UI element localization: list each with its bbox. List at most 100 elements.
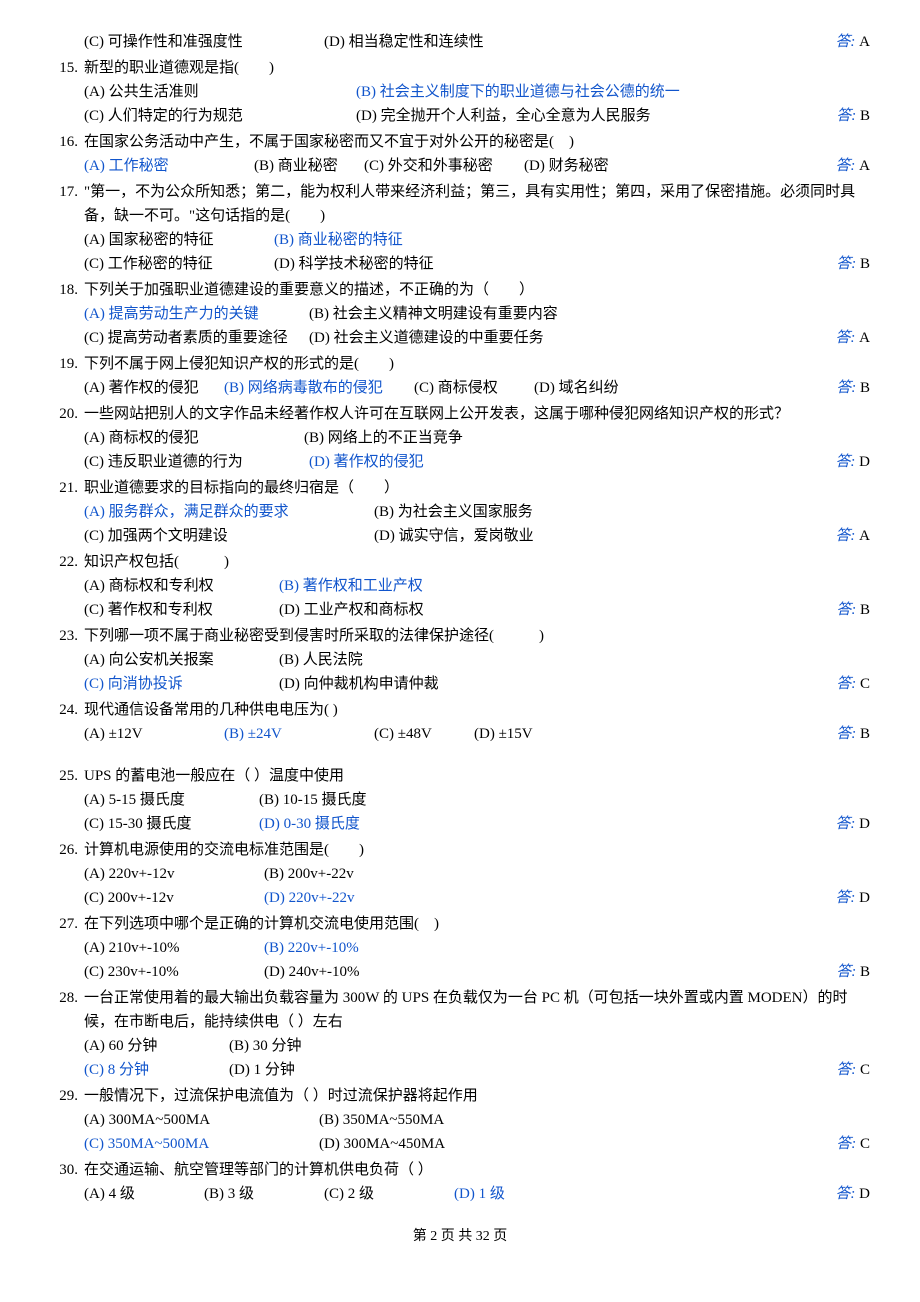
question-body: 一般情况下，过流保护电流值为（ ）时过流保护器将起作用(A) 300MA~500… [84,1084,870,1156]
question-11: 25.UPS 的蓄电池一般应在（ ）温度中使用(A) 5-15 摄氏度(B) 1… [50,764,870,836]
option: (D) 1 级 [454,1182,534,1206]
option-row: (A) 国家秘密的特征(B) 商业秘密的特征 [84,228,870,252]
option: (B) 商业秘密的特征 [274,228,434,252]
question-stem: 在交通运输、航空管理等部门的计算机供电负荷（ ） [84,1158,870,1182]
question-number: 25. [50,764,84,836]
option: (D) 诚实守信，爱岗敬业 [374,524,554,548]
answer-label: 答: [835,890,855,906]
option: (D) ±15V [474,722,574,746]
option-row: (A) 著作权的侵犯(B) 网络病毒散布的侵犯(C) 商标侵权(D) 域名纠纷答… [84,376,870,400]
answer: 答: D [835,812,870,836]
option-row: (A) 60 分钟(B) 30 分钟 [84,1034,870,1058]
answer-label: 答: [835,816,855,832]
answer: 答: D [835,1182,870,1206]
question-body: 新型的职业道德观是指( )(A) 公共生活准则(B) 社会主义制度下的职业道德与… [84,56,870,128]
option-row: (A) 商标权的侵犯(B) 网络上的不正当竞争 [84,426,870,450]
option-row: (A) 公共生活准则(B) 社会主义制度下的职业道德与社会公德的统一 [84,80,870,104]
question-2: 16.在国家公务活动中产生，不属于国家秘密而又不宜于对外公开的秘密是( )(A)… [50,130,870,178]
option-row: (C) 200v+-12v(D) 220v+-22v答: D [84,886,870,910]
question-body: (C) 可操作性和准强度性(D) 相当稳定性和连续性答: A [84,30,870,54]
question-number: 15. [50,56,84,128]
question-body: 在交通运输、航空管理等部门的计算机供电负荷（ ）(A) 4 级(B) 3 级(C… [84,1158,870,1206]
question-stem: 计算机电源使用的交流电标准范围是( ) [84,838,870,862]
option-row: (A) 210v+-10%(B) 220v+-10% [84,936,870,960]
option: (D) 科学技术秘密的特征 [274,252,454,276]
answer-value: B [856,256,870,272]
answer-value: A [855,528,870,544]
question-stem: 下列不属于网上侵犯知识产权的形式的是( ) [84,352,870,376]
question-stem: 一台正常使用着的最大输出负载容量为 300W 的 UPS 在负载仅为一台 PC … [84,986,870,1034]
option: (D) 240v+-10% [264,960,394,984]
question-10: 24.现代通信设备常用的几种供电电压为( )(A) ±12V(B) ±24V(C… [50,698,870,746]
option-row: (C) 230v+-10%(D) 240v+-10%答: B [84,960,870,984]
option: (A) ±12V [84,722,224,746]
question-body: UPS 的蓄电池一般应在（ ）温度中使用(A) 5-15 摄氏度(B) 10-1… [84,764,870,836]
option-row: (C) 提高劳动者素质的重要途径(D) 社会主义道德建设的中重要任务答: A [84,326,870,350]
option: (A) 300MA~500MA [84,1108,319,1132]
option: (D) 财务秘密 [524,154,634,178]
answer-label: 答: [835,330,855,346]
answer: 答: C [836,1132,870,1156]
option-row: (A) 商标权和专利权(B) 著作权和工业产权 [84,574,870,598]
option: (A) 220v+-12v [84,862,264,886]
question-13: 27.在下列选项中哪个是正确的计算机交流电使用范围( )(A) 210v+-10… [50,912,870,984]
option-row: (C) 向消协投诉(D) 向仲裁机构申请仲裁答: C [84,672,870,696]
option: (D) 域名纠纷 [534,376,644,400]
option: (C) 工作秘密的特征 [84,252,274,276]
option: (D) 0-30 摄氏度 [259,812,399,836]
option: (B) 商业秘密 [254,154,364,178]
option: (B) 10-15 摄氏度 [259,788,399,812]
question-body: 职业道德要求的目标指向的最终归宿是（ ）(A) 服务群众，满足群众的要求(B) … [84,476,870,548]
option-row: (C) 8 分钟(D) 1 分钟答: C [84,1058,870,1082]
question-number: 18. [50,278,84,350]
option-row: (C) 15-30 摄氏度(D) 0-30 摄氏度答: D [84,812,870,836]
answer-value: C [856,1062,870,1078]
question-stem: 下列哪一项不属于商业秘密受到侵害时所采取的法律保护途径( ) [84,624,870,648]
question-12: 26.计算机电源使用的交流电标准范围是( )(A) 220v+-12v(B) 2… [50,838,870,910]
answer: 答: B [836,722,870,746]
option-row: (A) 向公安机关报案(B) 人民法院 [84,648,870,672]
option-row: (C) 著作权和专利权(D) 工业产权和商标权答: B [84,598,870,622]
answer-label: 答: [836,108,856,124]
option: (A) 向公安机关报案 [84,648,279,672]
question-number: 28. [50,986,84,1082]
option-row: (A) 工作秘密(B) 商业秘密(C) 外交和外事秘密(D) 财务秘密答: A [84,154,870,178]
answer-value: B [856,380,870,396]
option: (D) 向仲裁机构申请仲裁 [279,672,459,696]
answer: 答: B [836,252,870,276]
option: (B) 社会主义制度下的职业道德与社会公德的统一 [356,80,716,104]
question-body: 一台正常使用着的最大输出负载容量为 300W 的 UPS 在负载仅为一台 PC … [84,986,870,1082]
question-15: 29.一般情况下，过流保护电流值为（ ）时过流保护器将起作用(A) 300MA~… [50,1084,870,1156]
answer-label: 答: [835,34,855,50]
question-body: "第一，不为公众所知悉；第二，能为权利人带来经济利益；第三，具有实用性；第四，采… [84,180,870,276]
question-stem: "第一，不为公众所知悉；第二，能为权利人带来经济利益；第三，具有实用性；第四，采… [84,180,870,228]
option: (A) 提高劳动生产力的关键 [84,302,309,326]
answer-value: D [855,816,870,832]
option: (B) 社会主义精神文明建设有重要内容 [309,302,589,326]
question-number: 22. [50,550,84,622]
option: (C) 200v+-12v [84,886,264,910]
option: (C) 可操作性和准强度性 [84,30,324,54]
option-row: (A) 服务群众，满足群众的要求(B) 为社会主义国家服务 [84,500,870,524]
question-stem: 一些网站把别人的文字作品未经著作权人许可在互联网上公开发表，这属于哪种侵犯网络知… [84,402,870,426]
question-body: 一些网站把别人的文字作品未经著作权人许可在互联网上公开发表，这属于哪种侵犯网络知… [84,402,870,474]
question-number: 17. [50,180,84,276]
answer: 答: C [836,1058,870,1082]
answer-value: D [855,454,870,470]
question-0: (C) 可操作性和准强度性(D) 相当稳定性和连续性答: A [50,30,870,54]
option: (D) 著作权的侵犯 [309,450,449,474]
answer-value: A [855,34,870,50]
answer-label: 答: [835,528,855,544]
option: (B) 网络上的不正当竞争 [304,426,504,450]
option-row: (A) 5-15 摄氏度(B) 10-15 摄氏度 [84,788,870,812]
question-4: 18.下列关于加强职业道德建设的重要意义的描述，不正确的为（ ）(A) 提高劳动… [50,278,870,350]
question-16: 30.在交通运输、航空管理等部门的计算机供电负荷（ ）(A) 4 级(B) 3 … [50,1158,870,1206]
option: (A) 国家秘密的特征 [84,228,274,252]
option: (A) 工作秘密 [84,154,254,178]
answer-value: C [856,676,870,692]
option: (D) 完全抛开个人利益，全心全意为人民服务 [356,104,686,128]
option: (B) 200v+-22v [264,862,394,886]
question-body: 下列关于加强职业道德建设的重要意义的描述，不正确的为（ ）(A) 提高劳动生产力… [84,278,870,350]
answer-value: B [856,602,870,618]
answer-value: C [856,1136,870,1152]
